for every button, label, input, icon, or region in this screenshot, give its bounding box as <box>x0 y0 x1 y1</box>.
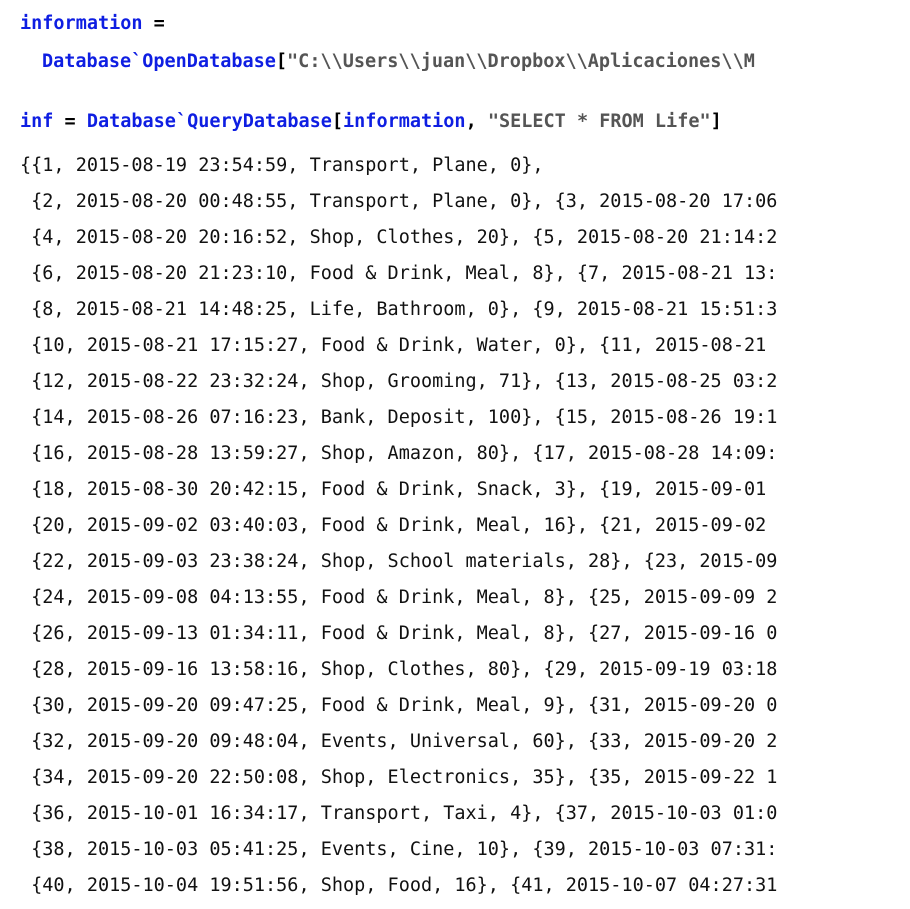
function-open-database: Database`OpenDatabase <box>42 51 276 72</box>
function-query-database: Database`QueryDatabase <box>86 111 332 132</box>
output-line: {10, 2015-08-21 17:15:27, Food & Drink, … <box>20 335 778 356</box>
output-line: {38, 2015-10-03 05:41:25, Events, Cine, … <box>20 839 778 860</box>
assign-operator: = <box>142 13 165 34</box>
output-line: {6, 2015-08-20 21:23:10, Food & Drink, M… <box>20 263 778 284</box>
output-line: {18, 2015-08-30 20:42:15, Food & Drink, … <box>20 479 778 500</box>
open-bracket: [ <box>275 51 288 72</box>
output-line: {28, 2015-09-16 13:58:16, Shop, Clothes,… <box>20 659 778 680</box>
output-line: {14, 2015-08-26 07:16:23, Bank, Deposit,… <box>20 407 778 428</box>
comma: , <box>465 111 488 132</box>
output-line: {24, 2015-09-08 04:13:55, Food & Drink, … <box>20 587 778 608</box>
output-line: {12, 2015-08-22 23:32:24, Shop, Grooming… <box>20 371 778 392</box>
output-line: {34, 2015-09-20 22:50:08, Shop, Electron… <box>20 767 778 788</box>
argument-information: information <box>343 111 466 132</box>
output-line: {{1, 2015-08-19 23:54:59, Transport, Pla… <box>20 155 544 176</box>
path-string: "C:\\Users\\juan\\Dropbox\\Aplicaciones\… <box>287 51 755 72</box>
output-line: {16, 2015-08-28 13:59:27, Shop, Amazon, … <box>20 443 778 464</box>
input-line-2[interactable]: inf = Database`QueryDatabase[information… <box>20 110 722 134</box>
output-line: {36, 2015-10-01 16:34:17, Transport, Tax… <box>20 803 778 824</box>
variable-inf: inf <box>20 111 54 132</box>
notebook: information = Database`OpenDatabase["C:\… <box>0 0 910 909</box>
output-line: {22, 2015-09-03 23:38:24, Shop, School m… <box>20 551 778 572</box>
input-line-1a[interactable]: information = <box>20 12 165 36</box>
input-line-1b[interactable]: Database`OpenDatabase["C:\\Users\\juan\\… <box>42 50 755 74</box>
output-line: {32, 2015-09-20 09:48:04, Events, Univer… <box>20 731 778 752</box>
output-line: {2, 2015-08-20 00:48:55, Transport, Plan… <box>20 191 778 212</box>
open-bracket: [ <box>331 111 344 132</box>
close-bracket: ] <box>710 111 722 132</box>
output-line: {8, 2015-08-21 14:48:25, Life, Bathroom,… <box>20 299 778 320</box>
output-line: {20, 2015-09-02 03:40:03, Food & Drink, … <box>20 515 778 536</box>
output-line: {30, 2015-09-20 09:47:25, Food & Drink, … <box>20 695 778 716</box>
sql-query-string: "SELECT * FROM Life" <box>487 111 711 132</box>
variable-information: information <box>20 13 143 34</box>
output-line: {26, 2015-09-13 01:34:11, Food & Drink, … <box>20 623 778 644</box>
output-line: {4, 2015-08-20 20:16:52, Shop, Clothes, … <box>20 227 778 248</box>
output-line: {40, 2015-10-04 19:51:56, Shop, Food, 16… <box>20 875 778 896</box>
assign-operator: = <box>53 111 87 132</box>
